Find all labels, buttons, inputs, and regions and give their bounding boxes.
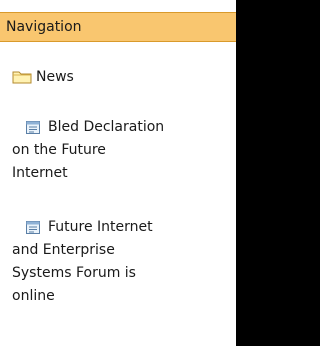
- document-icon: [26, 121, 40, 134]
- news-item-text-line: and Enterprise: [12, 242, 115, 258]
- portlet-top-strip: [0, 0, 236, 12]
- news-item-text-line: Bled Declaration: [48, 119, 165, 135]
- navigation-portlet: Navigation News Bled Declaration on the …: [0, 0, 236, 346]
- folder-icon: [12, 71, 32, 84]
- news-item-text-line: Internet: [12, 165, 68, 181]
- news-item-text-line: Future Internet: [48, 219, 153, 235]
- portlet-header: Navigation: [0, 12, 236, 42]
- news-item-link[interactable]: Bled Declaration on the Future Internet: [12, 116, 222, 185]
- news-item-text-line: on the Future: [12, 142, 106, 158]
- document-icon: [26, 221, 40, 234]
- news-item-text-line: Systems Forum is: [12, 265, 136, 281]
- folder-label: News: [36, 69, 74, 85]
- news-item-link[interactable]: Future Internet and Enterprise Systems F…: [12, 216, 222, 308]
- portlet-title: Navigation: [6, 19, 82, 35]
- news-item-text-line: online: [12, 288, 55, 304]
